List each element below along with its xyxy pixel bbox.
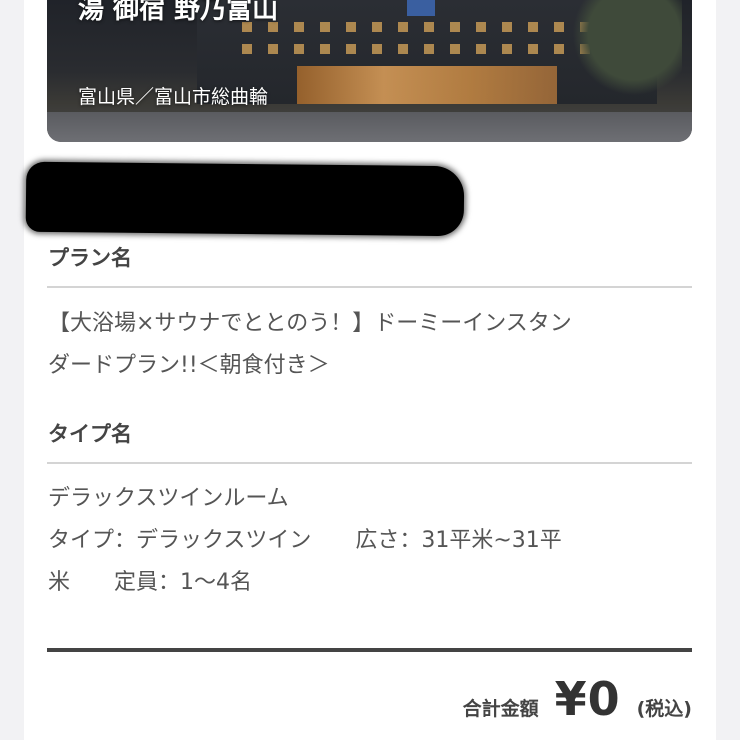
plan-heading: プラン名 — [48, 246, 132, 270]
room-spec-line: タイプ：デラックスツイン 広さ：31平米~31平 — [48, 528, 562, 553]
hotel-name: 湯 御宿 野乃富山 — [78, 0, 279, 25]
total-label: 合計金額 — [462, 698, 539, 720]
type-divider — [47, 462, 692, 464]
plan-divider — [47, 286, 692, 288]
total-price: 合計金額 ¥0 (税込) — [463, 672, 692, 726]
type-heading: タイプ名 — [48, 422, 132, 446]
plan-name: 【大浴場×サウナでととのう！】ドーミーインスタン ダードプラン!!＜朝食付き＞ — [48, 303, 572, 387]
total-divider — [47, 648, 692, 652]
plan-line-2: ダードプラン!!＜朝食付き＞ — [48, 353, 330, 378]
hotel-sign — [407, 0, 435, 16]
entrance-glow — [297, 66, 557, 104]
plan-line-1: 【大浴場×サウナでととのう！】ドーミーインスタン — [48, 311, 572, 336]
tax-included-label: (税込) — [636, 698, 692, 720]
room-capacity-line: 米 定員：1～4名 — [48, 570, 252, 595]
room-name: デラックスツインルーム — [48, 486, 289, 511]
hotel-location: 富山県／富山市総曲輪 — [78, 86, 269, 108]
road-shape — [47, 112, 692, 142]
room-type-details: デラックスツインルーム タイプ：デラックスツイン 広さ：31平米~31平 米 定… — [48, 478, 562, 604]
tree-shape — [562, 0, 682, 106]
redacted-area — [25, 161, 465, 237]
total-amount: ¥0 — [554, 672, 621, 726]
